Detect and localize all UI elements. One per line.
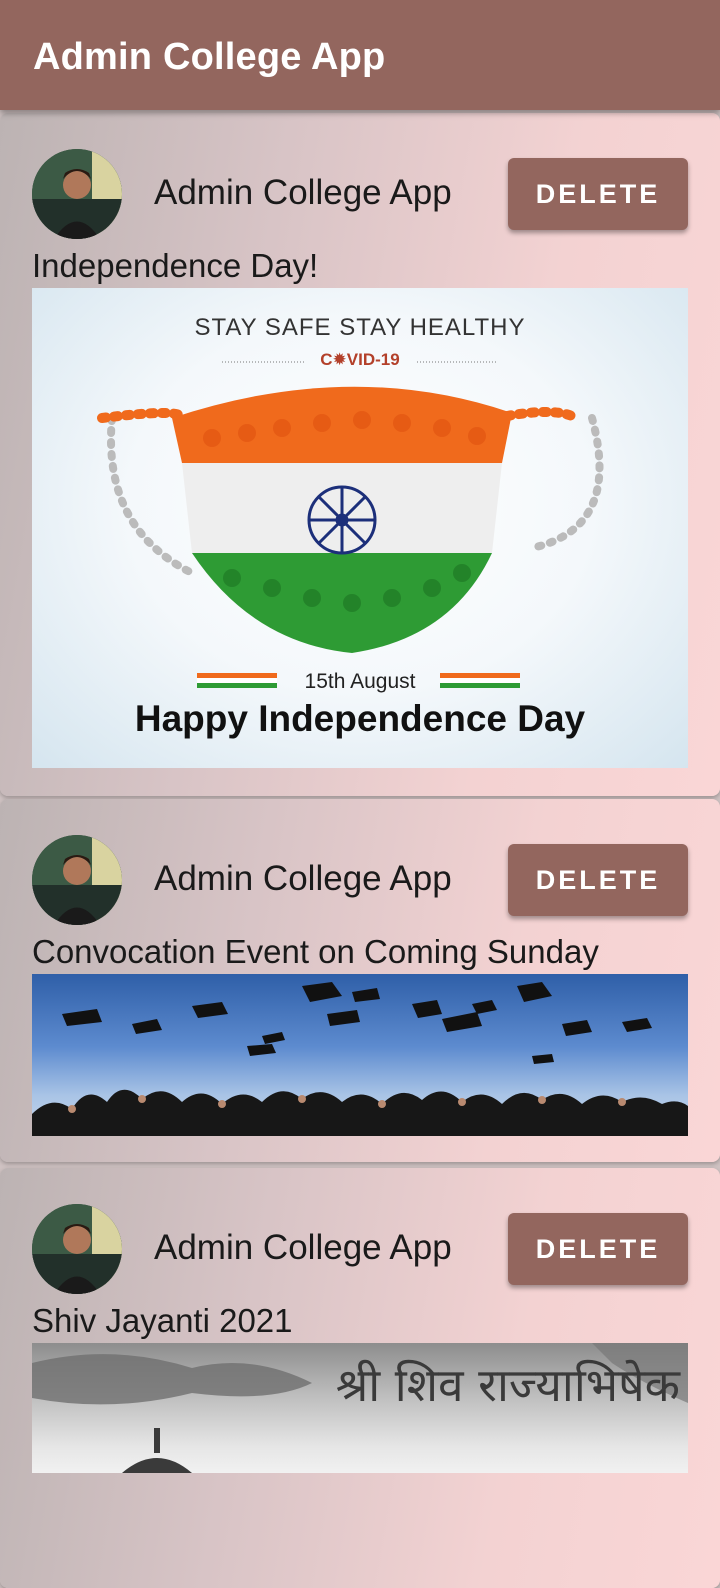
post-author: Admin College App	[154, 859, 452, 898]
post-title: Shiv Jayanti 2021	[32, 1302, 293, 1339]
app-title: Admin College App	[33, 36, 386, 78]
post-image-shiv-jayanti[interactable]: श्री शिव राज्याभिषेक	[32, 1343, 688, 1473]
delete-button[interactable]: DELETE	[508, 158, 688, 230]
avatar	[32, 1204, 122, 1294]
app-bar: Admin College App	[0, 0, 720, 110]
image-date: 15th August	[304, 670, 416, 693]
post-card: Admin College App DELETE Shiv Jayanti 20…	[0, 1168, 720, 1588]
image-caption: Happy Independence Day	[134, 698, 586, 739]
image-headline: STAY SAFE STAY HEALTHY	[194, 314, 526, 341]
post-image-convocation[interactable]	[32, 974, 688, 1136]
image-subline: C✹VID-19	[320, 350, 400, 369]
delete-button[interactable]: DELETE	[508, 844, 688, 916]
post-title: Independence Day!	[32, 247, 319, 284]
avatar	[32, 149, 122, 239]
avatar	[32, 835, 122, 925]
delete-button[interactable]: DELETE	[508, 1213, 688, 1285]
post-image-independence-day[interactable]: STAY SAFE STAY HEALTHY C✹VID-19 15th Aug…	[32, 288, 688, 768]
post-card: Admin College App DELETE Independence Da…	[0, 113, 720, 796]
post-author: Admin College App	[154, 1228, 452, 1267]
post-author: Admin College App	[154, 173, 452, 212]
image-text: श्री शिव राज्याभिषेक	[335, 1358, 680, 1412]
post-title: Convocation Event on Coming Sunday	[32, 933, 599, 970]
post-card: Admin College App DELETE Convocation Eve…	[0, 799, 720, 1162]
